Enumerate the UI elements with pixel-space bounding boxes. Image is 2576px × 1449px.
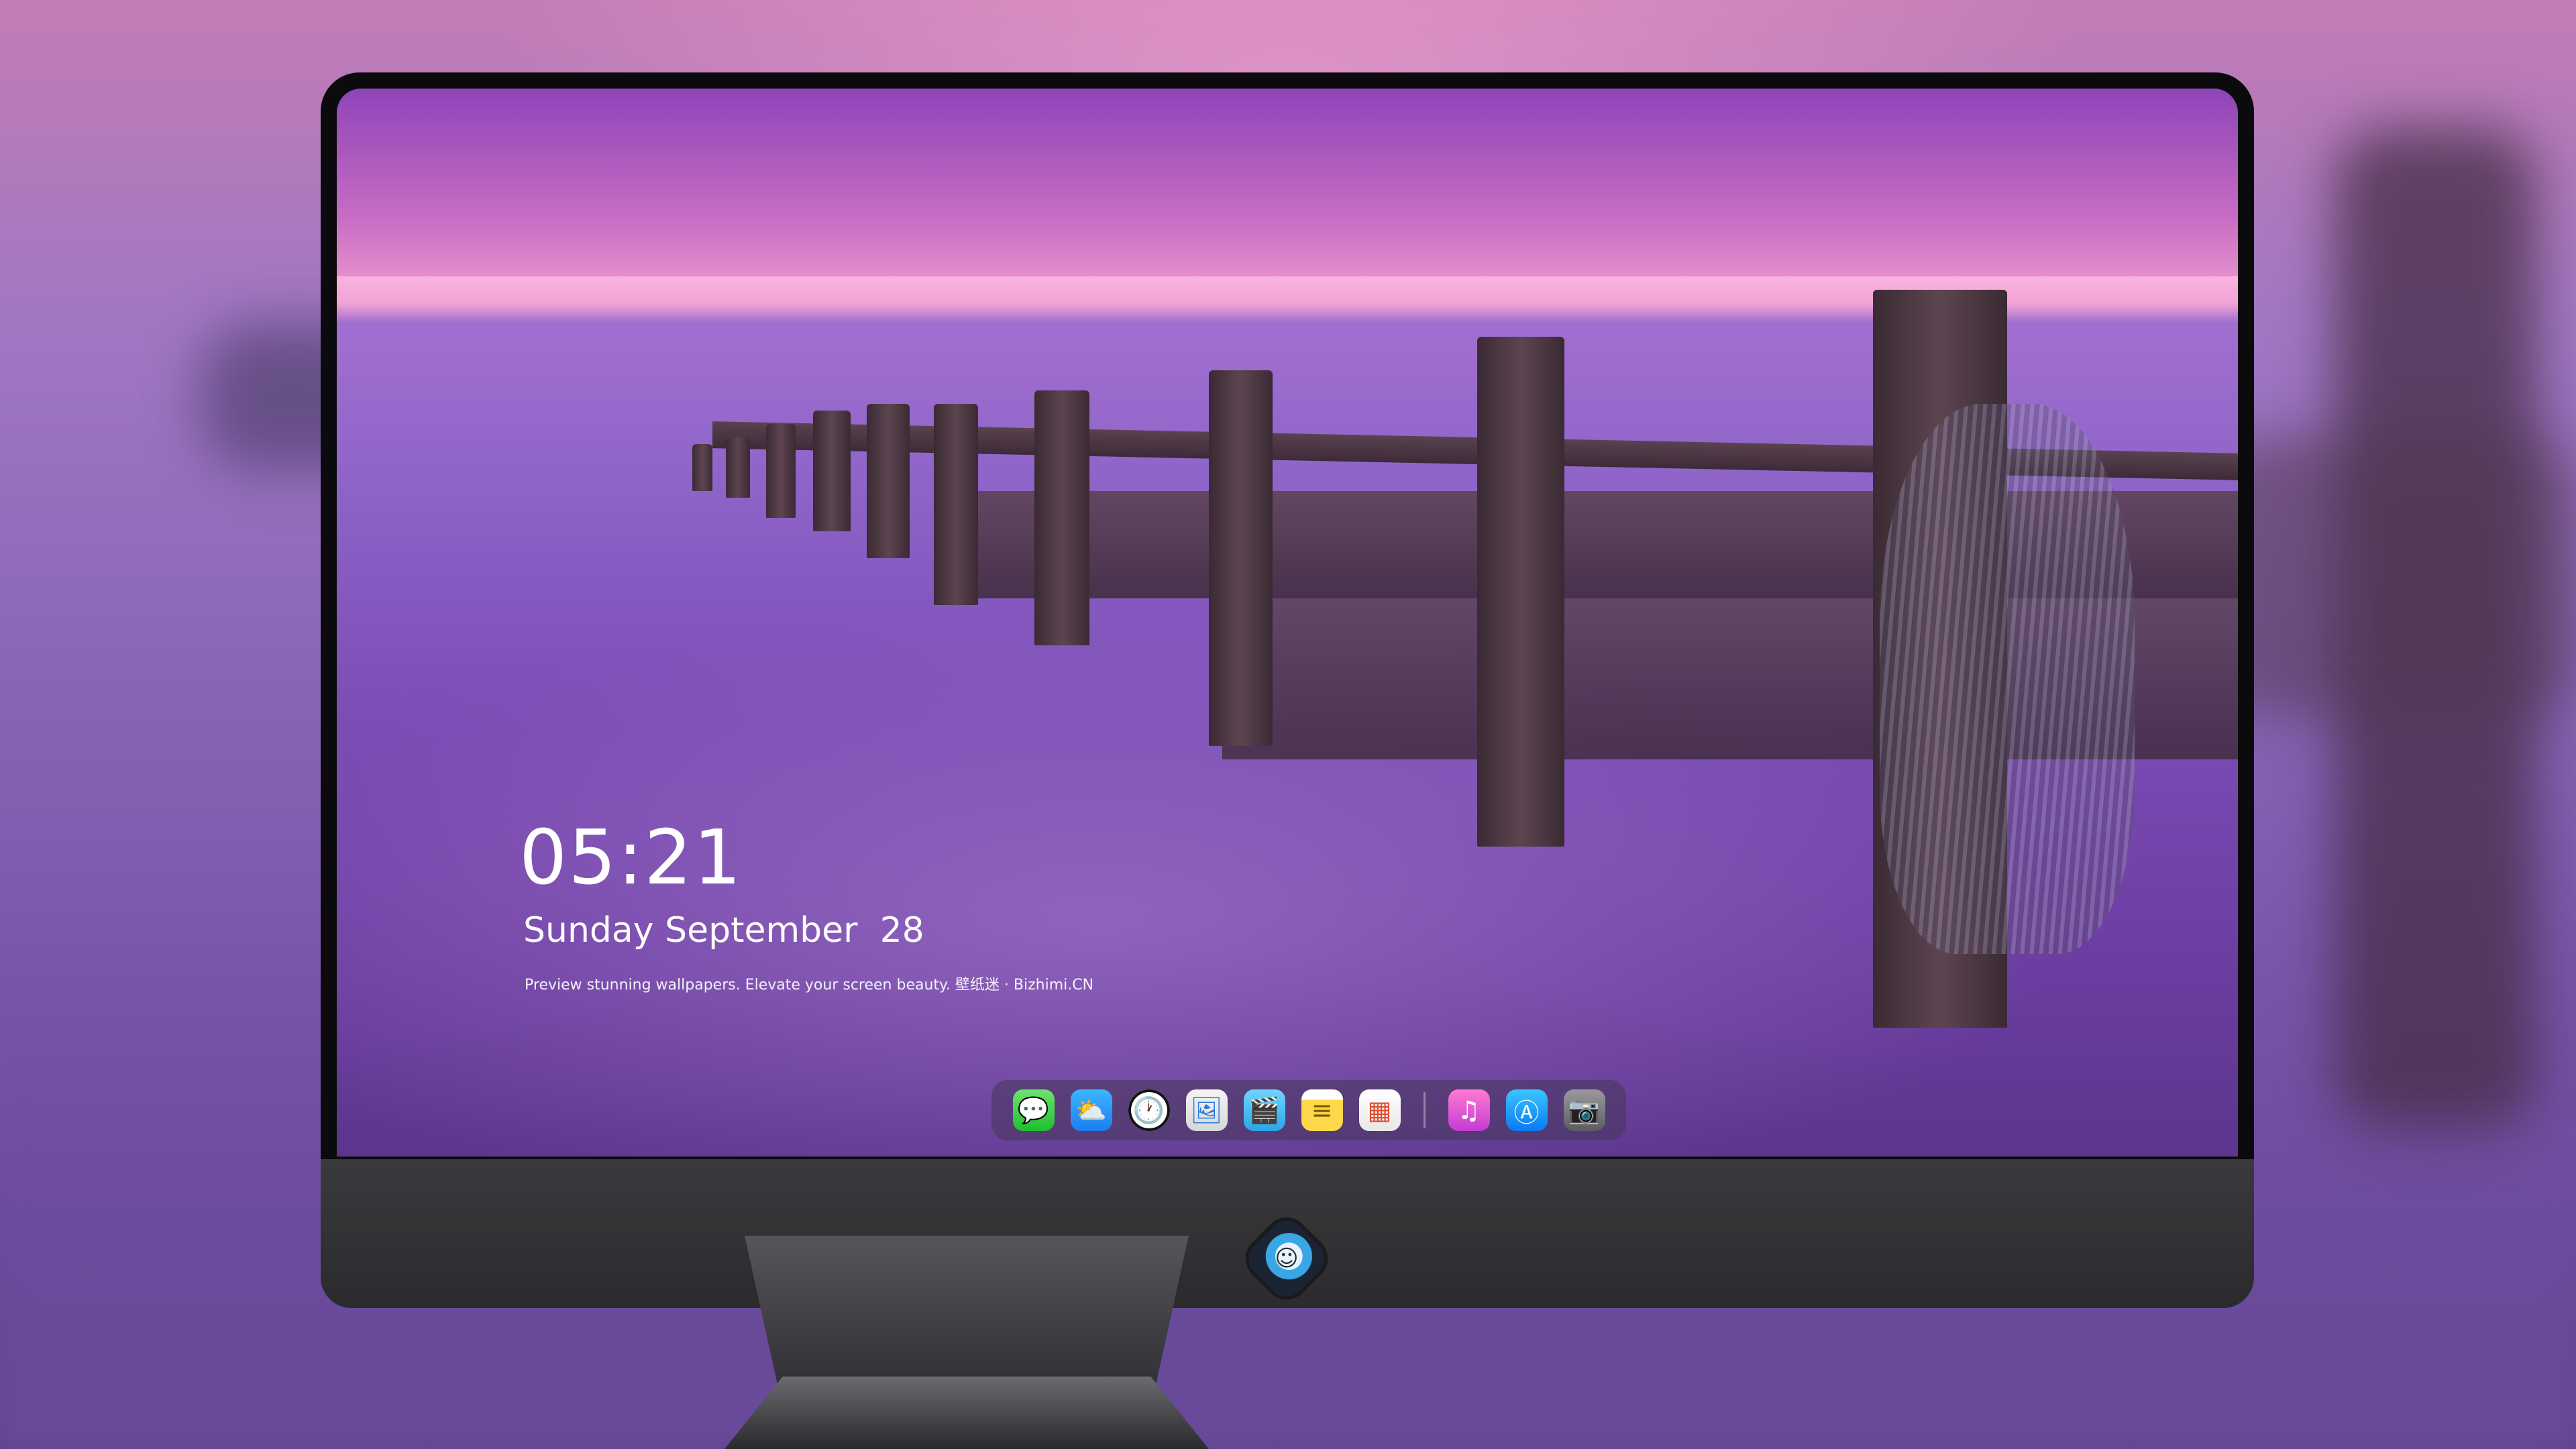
pier-post: [934, 404, 978, 605]
clock-icon[interactable]: 🕐: [1128, 1089, 1170, 1131]
brand-logo-face-icon: ☺: [1275, 1245, 1299, 1272]
app-store-icon[interactable]: Ⓐ: [1505, 1089, 1548, 1131]
monitor-stand: [724, 1236, 1209, 1449]
pier-post: [813, 411, 851, 531]
music-icon[interactable]: ♫: [1448, 1089, 1490, 1131]
dock: 💬 ⛅ 🕐 🖼 🎬 ≡ ▦ ♫ Ⓐ 📷: [991, 1080, 1626, 1140]
dock-separator: [1423, 1092, 1426, 1128]
clips-icon[interactable]: 🎬: [1243, 1089, 1285, 1131]
pier-post: [1034, 390, 1089, 645]
preview-icon[interactable]: 🖼: [1185, 1089, 1228, 1131]
photos-icon[interactable]: ▦: [1358, 1089, 1401, 1131]
pier-post: [1209, 370, 1273, 746]
pier-post: [867, 404, 910, 558]
brand-logo-icon: ☺: [1241, 1213, 1332, 1304]
pier-post: [1477, 337, 1564, 847]
stand-base: [724, 1377, 1209, 1449]
weather-icon[interactable]: ⛅: [1070, 1089, 1112, 1131]
pier-post: [692, 444, 712, 491]
screen: 05:21 Sunday September 28 Preview stunni…: [337, 89, 2238, 1157]
pier-post: [726, 437, 750, 498]
backdrop-rail-right: [2214, 436, 2576, 718]
hanging-rope: [1880, 404, 2135, 954]
stand-neck: [745, 1236, 1189, 1397]
lockscreen-tagline: Preview stunning wallpapers. Elevate you…: [525, 977, 1094, 994]
lockscreen-time: 05:21: [519, 814, 743, 902]
lockscreen-date: Sunday September 28: [523, 910, 924, 951]
messages-icon[interactable]: 💬: [1012, 1089, 1055, 1131]
monitor: 05:21 Sunday September 28 Preview stunni…: [321, 72, 2254, 1308]
camera-icon[interactable]: 📷: [1563, 1089, 1605, 1131]
pier-post: [766, 424, 796, 518]
notes-icon[interactable]: ≡: [1301, 1089, 1343, 1131]
